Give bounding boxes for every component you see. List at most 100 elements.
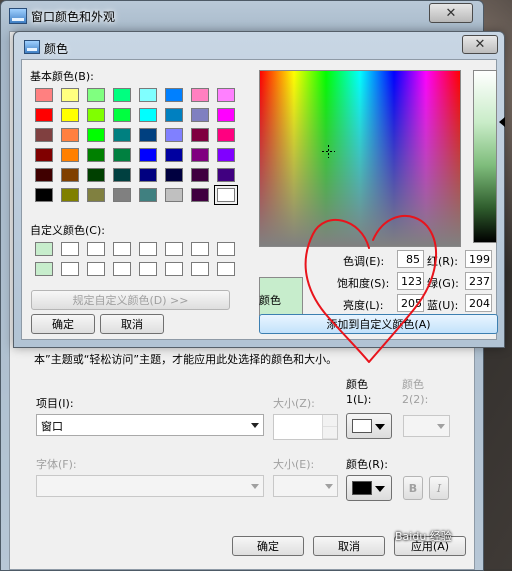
color-swatch[interactable]: [139, 88, 157, 102]
color-swatch[interactable]: [61, 262, 79, 276]
dialog-cancel-button[interactable]: 取消: [100, 314, 164, 334]
color-swatch[interactable]: [61, 168, 79, 182]
color1-button[interactable]: [346, 413, 392, 439]
color-swatch[interactable]: [61, 88, 79, 102]
color-dialog: 颜色 ✕ 基本颜色(B): 自定义颜色(C): 规定自定义颜色(D) >> 确定…: [13, 31, 505, 348]
color-swatch[interactable]: [191, 168, 209, 182]
color-swatch[interactable]: [113, 108, 131, 122]
dialog-client-area: 基本颜色(B): 自定义颜色(C): 规定自定义颜色(D) >> 确定 取消 颜…: [21, 59, 505, 340]
color-swatch[interactable]: [61, 108, 79, 122]
color-swatch[interactable]: [165, 188, 183, 202]
color-swatch[interactable]: [217, 262, 235, 276]
saturation-input[interactable]: 123: [397, 272, 424, 290]
color-swatch[interactable]: [113, 168, 131, 182]
color-swatch[interactable]: [139, 168, 157, 182]
color-swatch[interactable]: [191, 188, 209, 202]
dialog-close-button[interactable]: ✕: [462, 35, 498, 54]
color-swatch[interactable]: [61, 148, 79, 162]
color-swatch[interactable]: [113, 262, 131, 276]
color-swatch[interactable]: [165, 88, 183, 102]
color-swatch[interactable]: [191, 128, 209, 142]
color-swatch[interactable]: [139, 108, 157, 122]
color-swatch[interactable]: [35, 168, 53, 182]
font-combobox[interactable]: [36, 475, 264, 497]
color1-swatch: [352, 419, 372, 433]
green-input[interactable]: 237: [465, 272, 492, 290]
hue-input[interactable]: 85: [397, 250, 424, 268]
red-input[interactable]: 199: [465, 250, 492, 268]
color-swatch[interactable]: [87, 128, 105, 142]
item-combobox[interactable]: 窗口: [36, 414, 264, 436]
size-spinner[interactable]: [273, 414, 338, 440]
color-swatch[interactable]: [87, 88, 105, 102]
luminance-input[interactable]: 205: [397, 294, 424, 312]
color-swatch[interactable]: [217, 168, 235, 182]
color-swatch[interactable]: [165, 262, 183, 276]
color-swatch[interactable]: [113, 128, 131, 142]
color-swatch[interactable]: [87, 108, 105, 122]
saturation-label: 饱和度(S):: [337, 277, 390, 290]
color-swatch[interactable]: [87, 242, 105, 256]
color-swatch[interactable]: [139, 242, 157, 256]
crosshair-icon[interactable]: [322, 145, 335, 158]
color-swatch[interactable]: [35, 88, 53, 102]
add-to-custom-colors-button[interactable]: 添加到自定义颜色(A): [259, 314, 498, 334]
color-swatch[interactable]: [35, 128, 53, 142]
dialog-ok-button[interactable]: 确定: [31, 314, 95, 334]
color-swatch[interactable]: [139, 188, 157, 202]
color-swatch[interactable]: [217, 148, 235, 162]
color-swatch[interactable]: [35, 188, 53, 202]
color-swatch[interactable]: [61, 128, 79, 142]
color-swatch[interactable]: [165, 128, 183, 142]
color-swatch[interactable]: [214, 185, 238, 205]
color-swatch[interactable]: [217, 242, 235, 256]
color-swatch[interactable]: [113, 188, 131, 202]
color-swatch[interactable]: [139, 128, 157, 142]
color-swatch[interactable]: [61, 242, 79, 256]
font-color-button[interactable]: [346, 475, 392, 501]
luminance-slider[interactable]: [473, 70, 497, 243]
color-swatch[interactable]: [165, 168, 183, 182]
color-swatch[interactable]: [87, 148, 105, 162]
color-swatch[interactable]: [217, 128, 235, 142]
font-size-combobox[interactable]: [273, 475, 338, 497]
italic-button[interactable]: I: [429, 476, 449, 500]
cancel-button[interactable]: 取消: [313, 536, 385, 556]
color-swatch[interactable]: [191, 262, 209, 276]
color-swatch[interactable]: [139, 148, 157, 162]
color-swatch[interactable]: [35, 148, 53, 162]
color-swatch[interactable]: [87, 168, 105, 182]
color-swatch[interactable]: [165, 148, 183, 162]
color-swatch[interactable]: [217, 108, 235, 122]
slider-arrow-icon[interactable]: [499, 117, 505, 127]
bold-button[interactable]: B: [403, 476, 423, 500]
color2-button[interactable]: [403, 415, 450, 437]
color-swatch[interactable]: [87, 188, 105, 202]
color-swatch[interactable]: [191, 148, 209, 162]
color-swatch[interactable]: [165, 242, 183, 256]
spin-up-icon[interactable]: [323, 415, 337, 427]
color-spectrum[interactable]: [259, 70, 461, 247]
color-swatch[interactable]: [113, 242, 131, 256]
color-swatch[interactable]: [191, 242, 209, 256]
spin-down-icon[interactable]: [323, 427, 337, 439]
close-button[interactable]: ✕: [429, 3, 473, 23]
color-swatch[interactable]: [61, 188, 79, 202]
preview-label: 颜色: [259, 294, 281, 307]
ok-button[interactable]: 确定: [232, 536, 304, 556]
color-swatch[interactable]: [217, 88, 235, 102]
color-swatch[interactable]: [35, 242, 53, 256]
red-label: 红(R):: [427, 255, 458, 268]
color-swatch[interactable]: [191, 88, 209, 102]
blue-input[interactable]: 204: [465, 294, 492, 312]
color-swatch[interactable]: [35, 108, 53, 122]
color-swatch[interactable]: [87, 262, 105, 276]
color-swatch[interactable]: [191, 108, 209, 122]
define-custom-colors-button[interactable]: 规定自定义颜色(D) >>: [31, 290, 230, 310]
color-swatch[interactable]: [165, 108, 183, 122]
color-swatch[interactable]: [35, 262, 53, 276]
font-color-label: 颜色(R):: [346, 458, 388, 471]
color-swatch[interactable]: [113, 88, 131, 102]
color-swatch[interactable]: [113, 148, 131, 162]
color-swatch[interactable]: [139, 262, 157, 276]
